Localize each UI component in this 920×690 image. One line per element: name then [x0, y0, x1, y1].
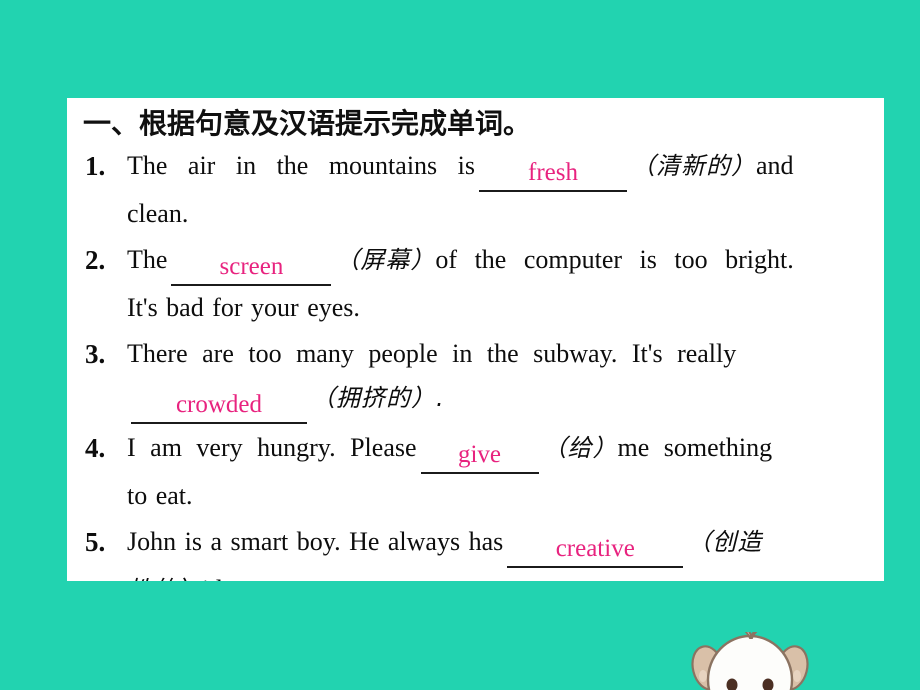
question-2-hint: （屏幕）	[335, 246, 436, 274]
question-number-1: 1.	[85, 151, 106, 181]
answer-blank-3[interactable]: crowded	[131, 388, 307, 424]
answer-blank-2[interactable]: screen	[171, 250, 332, 286]
question-number-5: 5.	[85, 527, 106, 557]
question-4-line-2: to eat.	[127, 481, 193, 510]
question-1-text-before: The air in the mountains is	[127, 151, 476, 180]
question-1-line-2: clean.	[127, 199, 189, 228]
answer-blank-1[interactable]: fresh	[479, 156, 628, 192]
answer-blank-4[interactable]: give	[420, 438, 539, 474]
question-number-2: 2.	[85, 245, 106, 275]
answer-blank-5[interactable]: creative	[507, 532, 684, 568]
question-4-text-after: me something	[617, 433, 773, 462]
question-number-3: 3.	[85, 339, 106, 369]
question-4-line-1: I am very hungry. Please give （给）me someth…	[127, 426, 870, 474]
question-item-5: 5. John is a smart boy. He always has cre…	[81, 520, 870, 581]
question-2-line-2: It's bad for your eyes.	[127, 293, 360, 322]
question-list: 1. The air in the mountains is fresh （清新的）…	[81, 144, 870, 581]
question-number-4: 4.	[85, 433, 106, 463]
question-1-text-after: and	[756, 151, 794, 180]
question-item-2: 2. The screen （屏幕）of the computer is too b…	[81, 238, 870, 330]
content-panel: 一、根据句意及汉语提示完成单词。 1. The air in the mount…	[67, 98, 884, 581]
question-1-line-1: The air in the mountains is fresh （清新的）and	[127, 144, 870, 192]
question-5-text-before: John is a smart boy. He always has	[127, 527, 504, 556]
question-5-line-2: 性的）ideas.	[127, 568, 870, 581]
question-5-text-tail: ideas.	[202, 575, 262, 581]
question-5-hint: （创造	[687, 528, 763, 556]
question-2-text-after: of the computer is too bright.	[435, 245, 794, 274]
question-item-3: 3. There are too many people in the subw…	[81, 332, 870, 424]
question-5-line-1: John is a smart boy. He always has creati…	[127, 520, 870, 568]
question-4-hint: （给）	[542, 434, 618, 462]
question-3-line-1: There are too many people in the subway.…	[127, 332, 870, 376]
question-3-text-before: There are too many people in the subway.…	[127, 339, 737, 368]
question-3-line-2: crowded （拥挤的）.	[127, 376, 870, 424]
question-2-line-1: The screen （屏幕）of the computer is too brig…	[127, 238, 870, 286]
question-1-hint: （清新的）	[631, 152, 757, 180]
slide-root: 一、根据句意及汉语提示完成单词。 1. The air in the mount…	[0, 0, 920, 690]
dog-mascot	[688, 632, 812, 690]
page-title: 一、根据句意及汉语提示完成单词。	[83, 107, 532, 140]
question-5-hint-cont: 性的）	[127, 576, 202, 581]
question-item-1: 1. The air in the mountains is fresh （清新的）…	[81, 144, 870, 236]
dog-mascot-icon	[691, 632, 809, 690]
question-2-text-before: The	[127, 245, 168, 274]
question-3-hint: （拥挤的）.	[311, 384, 445, 412]
question-item-4: 4. I am very hungry. Please give （给）me som…	[81, 426, 870, 518]
question-4-text-before: I am very hungry. Please	[127, 433, 417, 462]
